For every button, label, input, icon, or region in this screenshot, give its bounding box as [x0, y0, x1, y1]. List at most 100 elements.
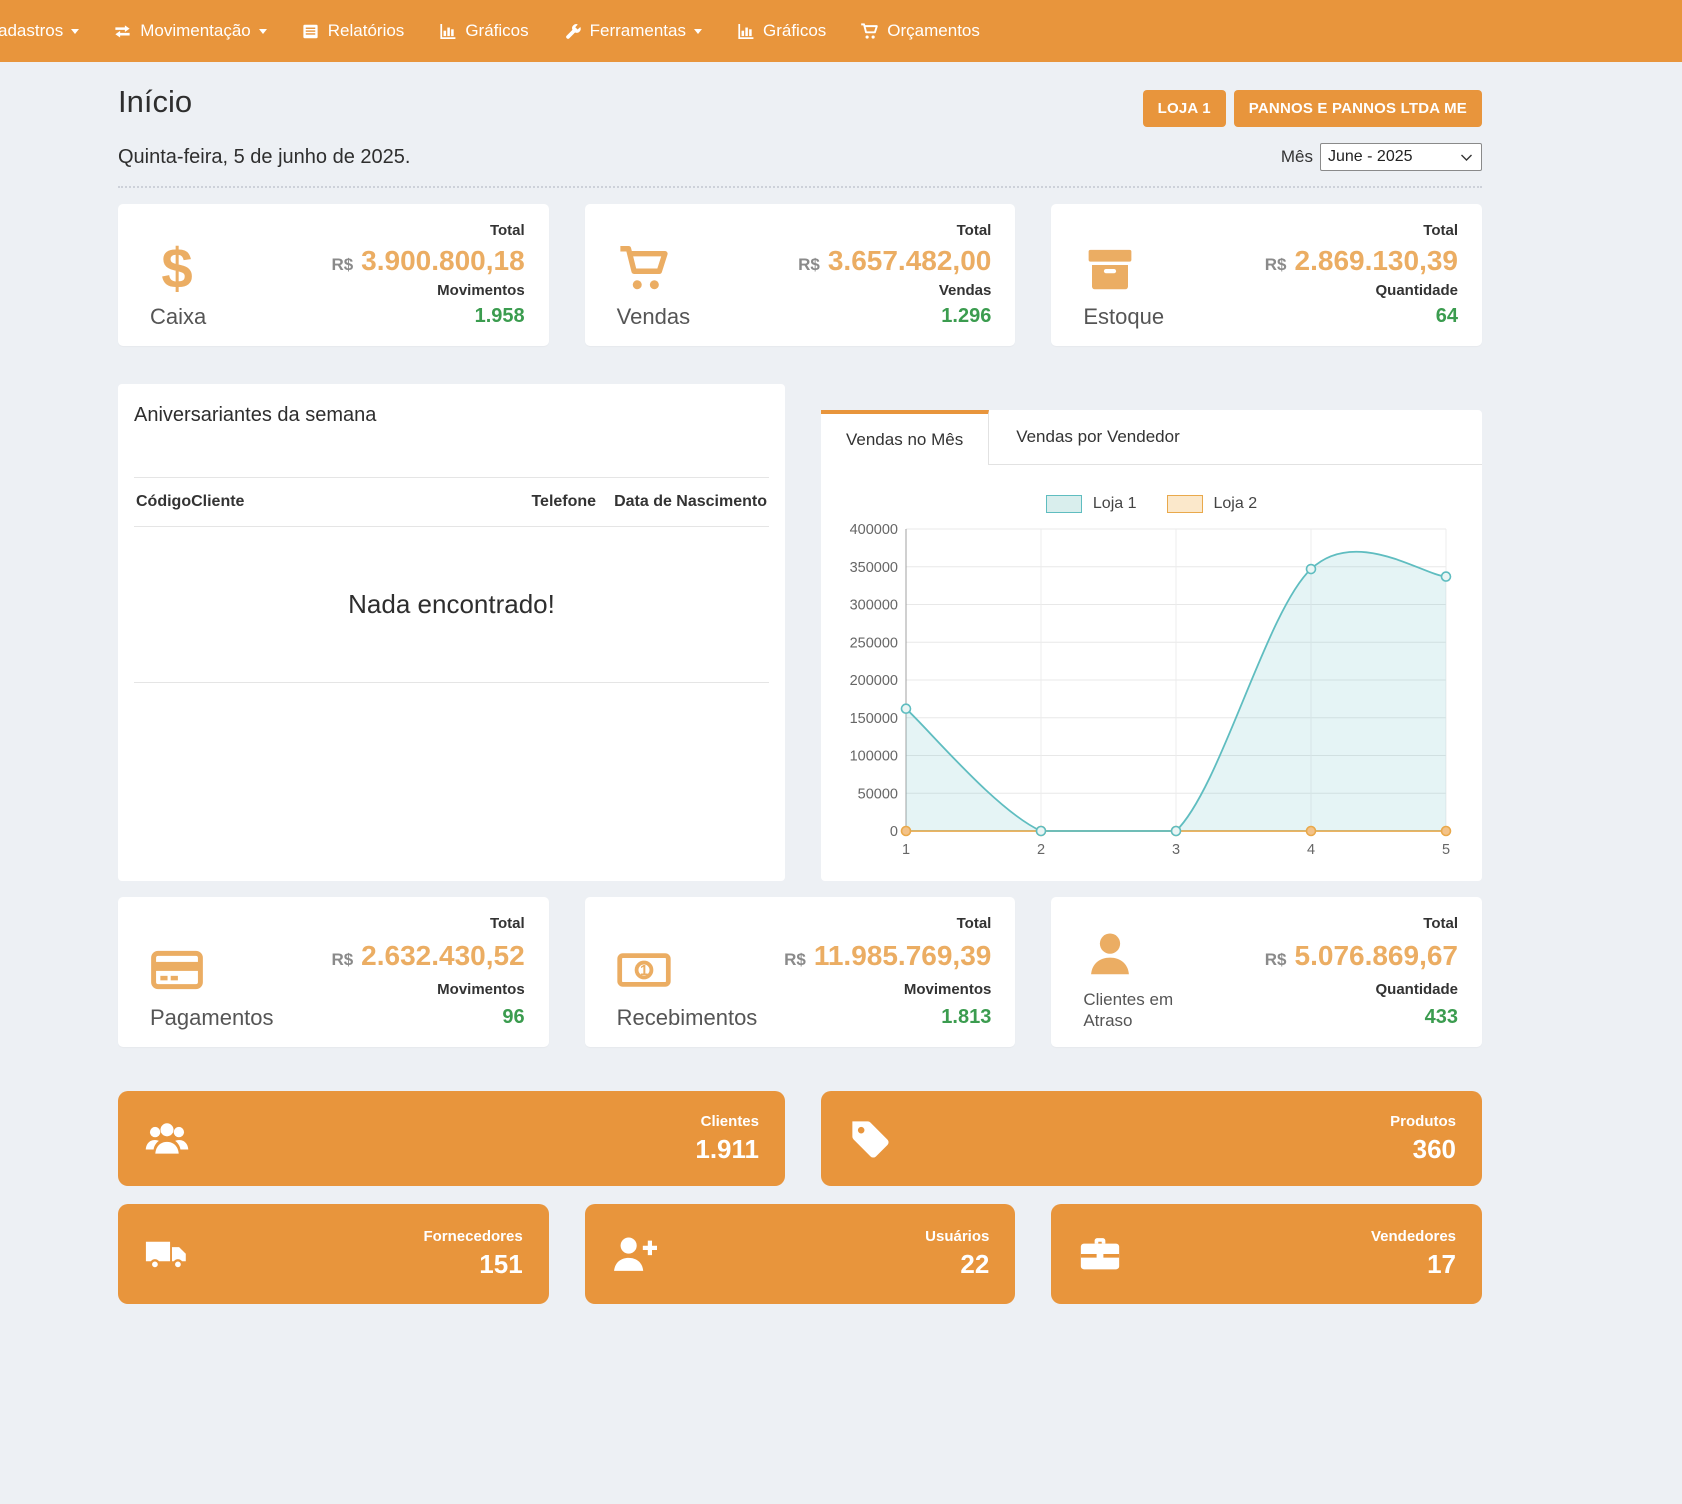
dashed-divider: [118, 186, 1482, 188]
svg-text:200000: 200000: [849, 673, 897, 689]
banner-value: 17: [1427, 1249, 1456, 1280]
nav-item-label: Ferramentas: [590, 21, 686, 41]
usuarios-banner[interactable]: Usuários 22: [585, 1204, 1016, 1304]
nav-item-relatorios[interactable]: Relatórios: [284, 21, 422, 41]
total-label: Total: [1423, 222, 1458, 239]
card-totals: TotalR$11.985.769,39Movimentos1.813: [784, 913, 991, 1031]
card-label: Estoque: [1083, 304, 1164, 330]
card-totals: TotalR$5.076.869,67Quantidade433: [1265, 913, 1458, 1031]
sub-value: 64: [1436, 305, 1458, 328]
store-button[interactable]: LOJA 1: [1143, 90, 1226, 127]
amount-value: 11.985.769,39: [814, 940, 992, 972]
currency-prefix: R$: [784, 950, 806, 970]
banner-totals: Produtos 360: [1390, 1113, 1456, 1165]
card-left: Clientes em Atraso: [1075, 913, 1201, 1031]
svg-text:100000: 100000: [849, 749, 897, 765]
nav-item-orcamentos[interactable]: Orçamentos: [843, 21, 997, 41]
card-totals: TotalR$3.900.800,18Movimentos1.958: [331, 220, 524, 330]
banner-row-2: Fornecedores151 Usuários 22 Vendedores 17: [118, 1204, 1482, 1304]
vendedores-banner[interactable]: Vendedores 17: [1051, 1204, 1482, 1304]
card-label: Pagamentos: [150, 1005, 274, 1031]
amount: R$ 11.985.769,39: [784, 940, 991, 972]
bar-chart-icon: [438, 22, 457, 41]
tab-vendas-por-vendedor[interactable]: Vendas por Vendedor: [991, 410, 1205, 464]
svg-text:400000: 400000: [849, 522, 897, 538]
chevron-down-icon: [1459, 150, 1474, 165]
total-label: Total: [490, 915, 525, 932]
nav-item-movimentacao[interactable]: Movimentação: [96, 21, 284, 41]
banner-totals: Clientes1.911: [695, 1113, 759, 1165]
card-left: Estoque: [1075, 220, 1164, 330]
banner-value: 151: [479, 1249, 522, 1280]
wrench-icon: [563, 22, 582, 41]
page-title: Início: [118, 84, 192, 120]
svg-text:2: 2: [1036, 842, 1044, 858]
amount-value: 2.632.430,52: [361, 940, 525, 972]
banner-value: 360: [1413, 1134, 1456, 1165]
user-plus-icon: [611, 1231, 657, 1277]
card-left: Pagamentos: [142, 913, 274, 1031]
tab-vendas-no-mes[interactable]: Vendas no Mês: [821, 410, 989, 465]
empty-message: Nada encontrado!: [134, 589, 769, 620]
card-label: Recebimentos: [617, 1005, 758, 1031]
table-column-header: Cliente: [191, 493, 244, 511]
month-select[interactable]: June - 2025: [1320, 143, 1482, 171]
user-icon: [1083, 927, 1137, 981]
banner-label: Usuários: [925, 1228, 989, 1245]
produtos-banner[interactable]: Produtos 360: [821, 1091, 1482, 1186]
tag-icon: [847, 1116, 893, 1162]
sub-value: 96: [502, 1006, 524, 1029]
card-left: $Caixa: [142, 220, 206, 330]
birthdays-panel: Aniversariantes da semana CódigoClienteT…: [118, 384, 785, 881]
company-button[interactable]: PANNOS E PANNOS LTDA ME: [1234, 90, 1482, 127]
total-label: Total: [490, 222, 525, 239]
clientes-banner[interactable]: Clientes1.911: [118, 1091, 785, 1186]
birthdays-panel-title: Aniversariantes da semana: [134, 404, 769, 427]
fornecedores-banner[interactable]: Fornecedores151: [118, 1204, 549, 1304]
nav-item-graficos-2[interactable]: Gráficos: [719, 21, 843, 41]
stat-cards-top-row: $Caixa TotalR$3.900.800,18Movimentos1.958…: [118, 204, 1482, 346]
card-left: Vendas: [609, 220, 690, 330]
caret-down-icon: [71, 29, 79, 38]
banner-label: Clientes: [701, 1113, 759, 1130]
nav-item-label: adastros: [0, 21, 63, 41]
nav-item-label: Relatórios: [328, 21, 405, 41]
card-left: 1 Recebimentos: [609, 913, 758, 1031]
currency-prefix: R$: [1265, 950, 1287, 970]
stat-cards-bottom-row: PagamentosTotalR$2.632.430,52Movimentos9…: [118, 897, 1482, 1047]
report-icon: [301, 22, 320, 41]
table-column-header: Telefone: [531, 493, 596, 511]
sub-value: 1.813: [941, 1006, 991, 1029]
nav-item-graficos[interactable]: Gráficos: [421, 21, 545, 41]
sub-value: 433: [1425, 1006, 1458, 1029]
nav-item-label: Gráficos: [763, 21, 826, 41]
amount: R$3.657.482,00: [798, 245, 991, 277]
amount-value: 3.900.800,18: [361, 245, 525, 277]
box-icon: [1083, 242, 1137, 296]
legend-item-loja-2[interactable]: Loja 2: [1167, 495, 1258, 513]
currency-prefix: R$: [1265, 255, 1287, 275]
banner-label: Vendedores: [1371, 1228, 1456, 1245]
banner-totals: Fornecedores151: [423, 1228, 522, 1280]
nav-item-ferramentas[interactable]: Ferramentas: [546, 21, 719, 41]
banner-totals: Usuários 22: [925, 1228, 989, 1280]
svg-text:1: 1: [901, 842, 909, 858]
sub-label: Quantidade: [1376, 282, 1459, 299]
legend-swatch: [1167, 495, 1203, 513]
amount: R$2.632.430,52: [331, 940, 524, 972]
legend-swatch: [1046, 495, 1082, 513]
svg-text:300000: 300000: [849, 598, 897, 614]
birthdays-table-header: CódigoClienteTelefoneData de Nascimento: [134, 478, 769, 526]
banner-totals: Vendedores 17: [1371, 1228, 1456, 1280]
recebimentos-card: 1RecebimentosTotalR$11.985.769,39Movimen…: [585, 897, 1016, 1047]
banner-label: Produtos: [1390, 1113, 1456, 1130]
amount-value: 3.657.482,00: [828, 245, 992, 277]
banner-value: 22: [960, 1249, 989, 1280]
nav-item-cadastros[interactable]: adastros: [0, 21, 96, 41]
sub-label: Vendas: [939, 282, 992, 299]
caret-down-icon: [259, 29, 267, 38]
legend-item-loja-1[interactable]: Loja 1: [1046, 495, 1137, 513]
divider: [134, 526, 769, 527]
money-bill-icon: 1: [617, 943, 671, 997]
vendas-card: VendasTotalR$3.657.482,00Vendas1.296: [585, 204, 1016, 346]
